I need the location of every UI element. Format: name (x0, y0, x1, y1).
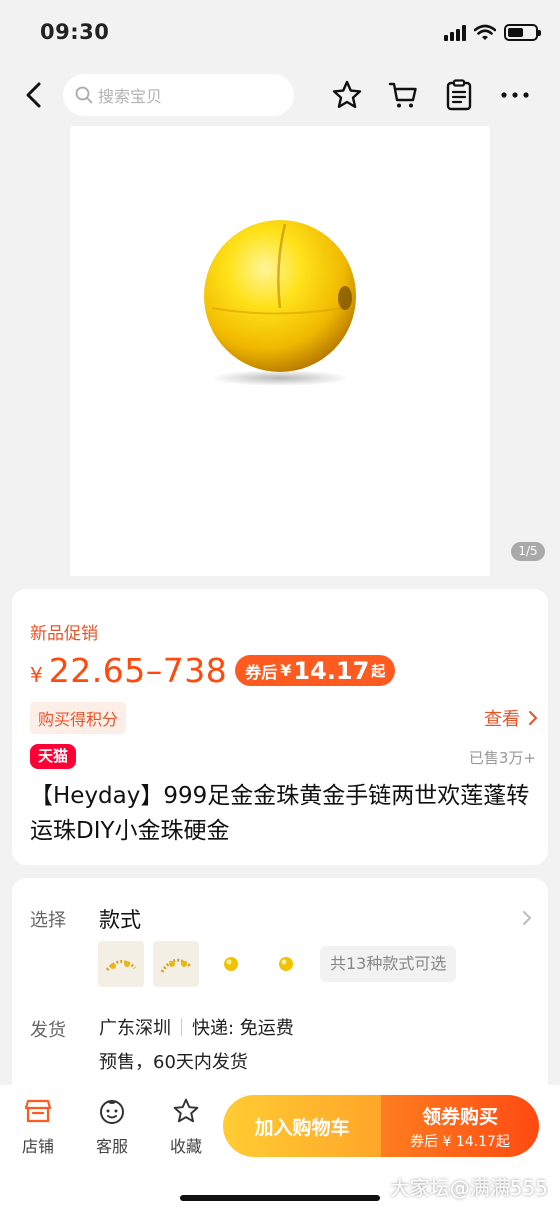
promo-label: 新品促销 (30, 624, 98, 644)
express-info: 快递: 免运费 (192, 1018, 294, 1039)
style-thumbnail[interactable] (98, 941, 144, 987)
coupon-prefix: 券后 (245, 662, 278, 682)
battery-icon (504, 24, 541, 41)
wifi-icon (474, 24, 496, 40)
star-icon (173, 1098, 199, 1123)
gold-bead-thumbnail-icon (279, 957, 293, 971)
tmall-badge: 天猫 (30, 744, 77, 769)
more-button[interactable] (498, 78, 532, 112)
image-page-indicator: 1/5 (511, 542, 545, 561)
favorite-star-button[interactable] (330, 78, 364, 112)
product-image[interactable] (70, 126, 490, 576)
status-bar: 09:30 (0, 0, 560, 64)
more-styles-button[interactable]: 共13种款式可选 (320, 946, 457, 982)
price-range: 22.65–738 (48, 651, 228, 690)
more-dots-icon (501, 92, 529, 98)
back-arrow-icon (26, 82, 41, 108)
coupon-price-tag: 券后 ¥ 14.17 起 (235, 655, 396, 686)
style-thumbnail[interactable] (153, 941, 199, 987)
bracelet-thumbnail-icon (105, 960, 137, 972)
home-indicator[interactable] (180, 1195, 380, 1201)
watermark-text: 大家坛@满满555 (389, 1176, 548, 1200)
signal-icon (444, 24, 466, 41)
options-card: 选择 款式 共13种款式可选 发货 广东深圳 快递: 免运费 预售，60天内发货 (12, 878, 548, 1098)
currency-symbol: ¥ (30, 662, 43, 687)
divider (181, 1018, 182, 1036)
service-tab[interactable]: 客服 (82, 1095, 142, 1157)
coupon-price: 14.17 (293, 656, 370, 685)
shipping-label: 发货 (30, 1020, 66, 1041)
bracelet-thumbnail-icon (160, 958, 191, 973)
clipboard-icon (446, 79, 472, 111)
add-to-cart-button[interactable]: 加入购物车 (223, 1095, 381, 1157)
star-icon (332, 80, 362, 108)
ship-from: 广东深圳 (99, 1018, 171, 1039)
view-link-label: 查看 (484, 709, 520, 730)
style-thumbnail[interactable] (208, 941, 254, 987)
presale-info: 预售，60天内发货 (99, 1052, 248, 1073)
cart-button[interactable] (386, 78, 420, 112)
buy-main-label: 领券购买 (421, 1105, 498, 1128)
shipping-info: 广东深圳 快递: 免运费 (99, 1014, 294, 1040)
store-label: 店铺 (21, 1137, 54, 1156)
gold-bead-image (204, 220, 356, 386)
customer-service-icon (100, 1100, 124, 1124)
status-time: 09:30 (40, 20, 110, 44)
price-card: 新品促销 ¥ 22.65–738 券后 ¥ 14.17 起 购买得积分 查看 天… (12, 589, 548, 865)
service-label: 客服 (95, 1137, 128, 1156)
sold-count: 已售3万+ (468, 749, 536, 767)
chevron-right-icon (529, 711, 538, 725)
chevron-right-icon[interactable] (522, 910, 532, 926)
style-thumbnails: 共13种款式可选 (98, 941, 457, 987)
style-thumbnail[interactable] (263, 941, 309, 987)
cart-icon (388, 82, 417, 108)
view-link[interactable]: 查看 (484, 705, 538, 731)
store-icon (24, 1099, 52, 1123)
orders-button[interactable] (442, 78, 476, 112)
style-title[interactable]: 款式 (99, 904, 141, 934)
store-tab[interactable]: 店铺 (8, 1095, 68, 1157)
coupon-currency: ¥ (280, 661, 292, 680)
nav-bar: 搜索宝贝 (0, 64, 560, 126)
back-button[interactable] (20, 78, 50, 112)
favorite-label: 收藏 (169, 1137, 202, 1156)
status-icons (444, 24, 541, 41)
search-input[interactable]: 搜索宝贝 (63, 74, 294, 116)
coupon-suffix: 起 (371, 663, 386, 680)
search-icon (75, 86, 93, 104)
search-placeholder: 搜索宝贝 (98, 87, 163, 106)
buy-sub-label: 券后 ¥ 14.17起 (410, 1133, 510, 1150)
buy-with-coupon-button[interactable]: 领券购买 券后 ¥ 14.17起 (381, 1095, 539, 1157)
price-row: ¥ 22.65–738 券后 ¥ 14.17 起 (30, 651, 396, 690)
select-label: 选择 (30, 910, 66, 931)
points-badge: 购买得积分 (30, 702, 127, 734)
favorite-tab[interactable]: 收藏 (156, 1095, 216, 1157)
product-title: 【Heyday】999足金金珠黄金手链两世欢莲蓬转运珠DIY小金珠硬金 (30, 783, 530, 844)
gold-bead-thumbnail-icon (224, 957, 238, 971)
